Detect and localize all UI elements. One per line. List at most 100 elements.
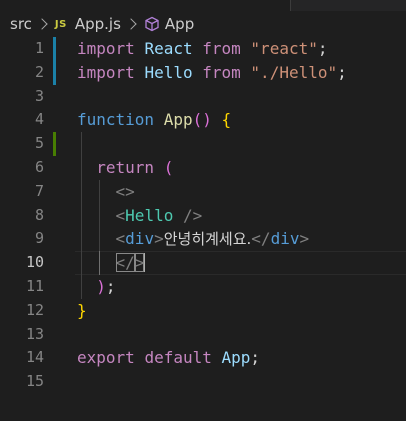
code-token: "react": [250, 39, 318, 58]
code-text: </>: [77, 251, 146, 275]
code-token: }: [77, 300, 87, 320]
code-line[interactable]: 11 );: [0, 274, 406, 299]
chevron-right-icon: [125, 18, 137, 30]
code-text: return (: [77, 156, 173, 180]
breadcrumb-symbol-label: App: [164, 15, 195, 33]
code-line[interactable]: 6 return (: [0, 155, 406, 180]
code-token: ;: [337, 62, 347, 82]
line-number: 3: [34, 86, 44, 105]
code-token: ;: [317, 39, 328, 58]
git-added-marker[interactable]: [53, 132, 56, 156]
code-token: return: [96, 157, 155, 177]
line-number: 6: [34, 157, 44, 176]
line-number: 2: [34, 62, 44, 81]
code-line[interactable]: 9 <div>안녕히계세요.</div>: [0, 227, 406, 252]
code-token: ): [96, 276, 106, 296]
symbol-method-icon: [145, 16, 159, 32]
line-number: 4: [34, 110, 44, 129]
code-token: {: [221, 110, 232, 130]
line-number: 10: [25, 253, 44, 272]
code-token: function: [77, 110, 155, 130]
line-number: 11: [25, 276, 44, 295]
code-token: from: [202, 62, 241, 82]
code-editor[interactable]: 1 import React from "react"; 2 import Hello…: [0, 37, 406, 394]
line-number: 5: [34, 134, 44, 153]
code-line[interactable]: 3: [0, 85, 406, 109]
code-line[interactable]: 13: [0, 323, 406, 347]
code-token: <: [115, 205, 126, 225]
code-line[interactable]: 10 </>: [0, 251, 406, 275]
code-text: import Hello from "./Hello";: [77, 61, 347, 85]
code-token: div: [125, 229, 155, 249]
code-line[interactable]: 12}: [0, 299, 406, 323]
tab-bar-edge: [290, 0, 406, 11]
code-text: <>: [77, 180, 135, 204]
code-token: <: [115, 229, 126, 249]
javascript-file-icon: JS: [54, 18, 67, 30]
breadcrumb-symbol[interactable]: App: [144, 15, 194, 33]
code-token: >: [299, 229, 310, 249]
code-text: );: [77, 275, 116, 299]
code-token: div: [270, 229, 300, 249]
indent-guide: [81, 132, 82, 156]
code-token: "./Hello": [250, 62, 338, 82]
code-line[interactable]: 1 import React from "react";: [0, 37, 406, 61]
code-token: import: [77, 39, 135, 58]
code-token: ;: [250, 348, 261, 368]
git-modified-marker[interactable]: [53, 37, 56, 61]
code-text: <Hello />: [77, 204, 203, 228]
code-token: Hello: [125, 205, 174, 225]
code-token: Hello: [144, 62, 193, 82]
text-cursor: [143, 253, 146, 273]
code-line[interactable]: 2 import Hello from "./Hello";: [0, 60, 406, 85]
code-text: }: [77, 299, 87, 323]
code-token: (): [192, 110, 212, 130]
line-number: 1: [34, 39, 44, 57]
code-token: export: [77, 348, 135, 368]
code-line[interactable]: 14 export default App;: [0, 346, 406, 370]
line-number: 12: [25, 300, 44, 319]
code-line[interactable]: 4 function App() {: [0, 108, 406, 132]
code-token: </: [115, 253, 135, 273]
breadcrumb-file[interactable]: JS App.js: [55, 15, 121, 33]
code-text: <div>안녕히계세요.</div>: [77, 227, 310, 252]
line-number: 7: [34, 181, 44, 200]
code-token: ;: [105, 276, 116, 296]
code-token: from: [202, 39, 241, 58]
code-line[interactable]: 8 <Hello />: [0, 203, 406, 228]
line-number: 13: [25, 324, 44, 343]
breadcrumb-file-label: App.js: [74, 15, 121, 33]
code-token: <>: [115, 181, 135, 201]
breadcrumb-folder[interactable]: src: [10, 15, 32, 33]
line-number: 9: [34, 229, 44, 248]
code-token: />: [182, 205, 203, 225]
code-line[interactable]: 5: [0, 132, 406, 156]
code-token: 안녕히계세요.: [163, 230, 252, 249]
line-number: 8: [34, 205, 44, 224]
code-token: (: [163, 157, 174, 177]
code-token: React: [144, 39, 193, 58]
code-token: App: [221, 348, 251, 368]
chevron-right-icon: [36, 18, 48, 30]
code-token: default: [144, 348, 212, 368]
breadcrumb: src JS App.js App: [0, 11, 406, 37]
git-modified-marker[interactable]: [53, 60, 56, 85]
line-number: 15: [25, 372, 44, 391]
code-line[interactable]: 7 <>: [0, 179, 406, 204]
code-text: export default App;: [77, 346, 260, 370]
code-line[interactable]: 15: [0, 370, 406, 394]
